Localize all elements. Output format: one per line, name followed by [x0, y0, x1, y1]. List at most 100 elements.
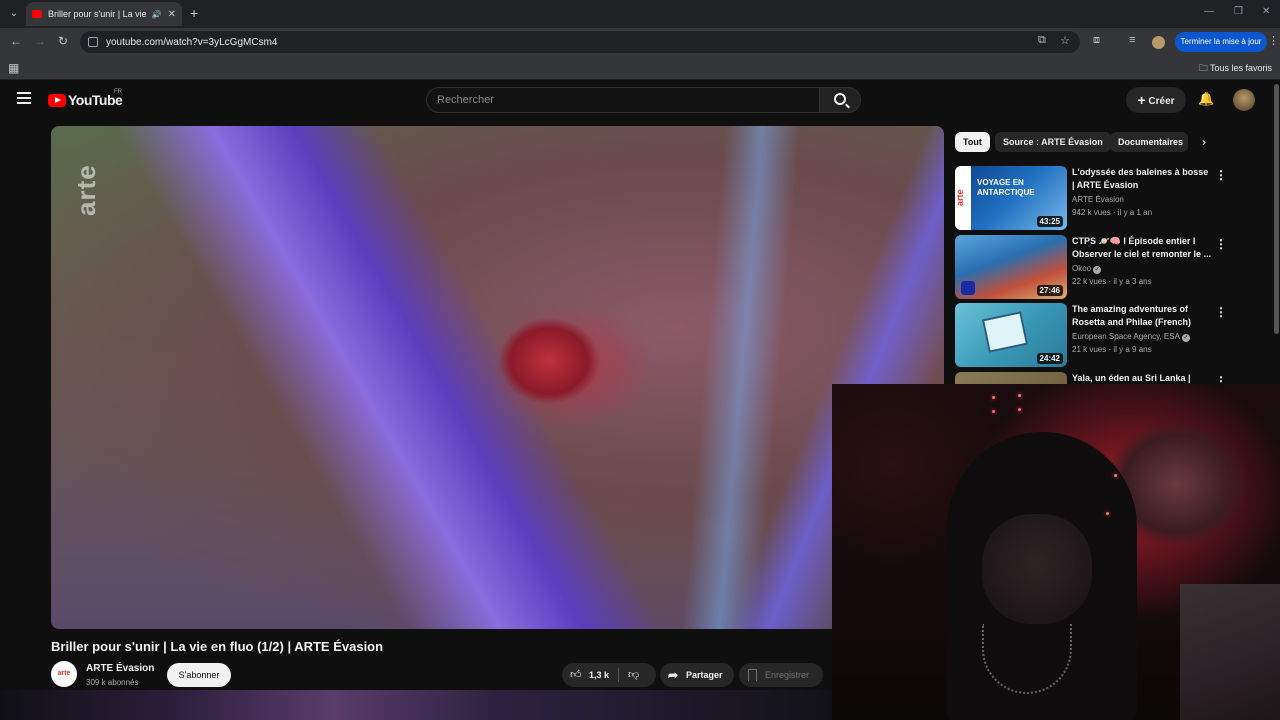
- video-player[interactable]: arte: [51, 126, 944, 629]
- recommendation-meta: 21 k vues · il y a 9 ans: [1072, 345, 1152, 354]
- channel-label: European Space Agency, ESA: [1072, 332, 1180, 341]
- recommendation-channel[interactable]: Okoo ✓: [1072, 264, 1102, 274]
- channel-name[interactable]: ARTE Évasion: [86, 663, 154, 674]
- tab-close-icon[interactable]: ✕: [168, 9, 176, 20]
- create-button[interactable]: + Créer: [1126, 87, 1186, 113]
- plus-icon: +: [1137, 92, 1146, 108]
- more-actions-icon[interactable]: ⋮: [1215, 237, 1227, 251]
- recommendation-title[interactable]: The amazing adventures of Rosetta and Ph…: [1072, 303, 1212, 329]
- video-thumbnail[interactable]: 27:46: [955, 235, 1067, 299]
- url-field[interactable]: youtube.com/watch?v=3yLcGgMCsm4: [80, 31, 1080, 53]
- chip-tout[interactable]: Tout: [955, 132, 990, 152]
- install-app-icon[interactable]: ⧉: [1038, 34, 1046, 47]
- search-button[interactable]: [819, 87, 861, 113]
- recommendation-item[interactable]: 27:46 CTPS 🪐🧠 I Épisode entier I Observe…: [955, 235, 1275, 299]
- apps-grid-icon[interactable]: ▦: [8, 61, 19, 75]
- audio-playing-icon[interactable]: 🔊: [152, 10, 162, 19]
- dislike-icon[interactable]: 👎︎: [628, 668, 639, 681]
- browser-tab[interactable]: Briller pour s'unir | La vie en fl 🔊 ✕: [26, 2, 182, 26]
- fairy-light: [1018, 394, 1021, 397]
- create-label: Créer: [1148, 96, 1175, 107]
- site-info-icon[interactable]: [88, 37, 98, 47]
- country-code: FR: [114, 89, 122, 95]
- channel-avatar[interactable]: arte: [51, 661, 77, 687]
- all-bookmarks-button[interactable]: 🗀 Tous les favoris: [1199, 61, 1272, 77]
- more-actions-icon[interactable]: ⋮: [1215, 305, 1227, 319]
- fairy-light: [992, 396, 995, 399]
- maximize-icon[interactable]: ❐: [1234, 6, 1243, 17]
- guide-menu-icon[interactable]: [17, 92, 31, 104]
- share-label: Partager: [686, 670, 723, 680]
- url-text: youtube.com/watch?v=3yLcGgMCsm4: [106, 36, 278, 48]
- youtube-favicon-icon: [32, 10, 42, 18]
- browser-menu-icon[interactable]: ⋮: [1268, 34, 1279, 47]
- webcam-overlay: [832, 384, 1280, 720]
- below-video-background: [0, 690, 832, 720]
- verified-icon: ✓: [1093, 266, 1102, 274]
- forward-icon[interactable]: →: [34, 34, 46, 48]
- new-tab-button[interactable]: +: [190, 5, 198, 21]
- recommendation-channel[interactable]: European Space Agency, ESA ✓: [1072, 332, 1190, 342]
- like-dislike-group: 👍︎ 1,3 k 👎︎: [562, 663, 656, 687]
- reload-icon[interactable]: ↻: [58, 34, 68, 48]
- search-icon: [834, 93, 846, 105]
- window-close-icon[interactable]: ✕: [1262, 6, 1270, 17]
- subscribe-button[interactable]: S'abonner: [167, 663, 231, 687]
- share-button[interactable]: ➦ Partager: [660, 663, 734, 687]
- rosetta-illustration: [981, 311, 1029, 353]
- tab-search-icon[interactable]: ⌄: [6, 6, 22, 22]
- account-avatar[interactable]: [1233, 89, 1255, 111]
- recommendation-title[interactable]: L'odyssée des baleines à bosse | ARTE Év…: [1072, 166, 1212, 192]
- back-icon[interactable]: ←: [10, 34, 22, 48]
- profile-avatar-icon[interactable]: [1152, 36, 1165, 49]
- video-thumbnail[interactable]: 24:42: [955, 303, 1067, 367]
- like-divider: [618, 668, 619, 682]
- duration-badge: 24:42: [1036, 353, 1063, 364]
- chip-source-arte[interactable]: Source : ARTE Évasion: [995, 132, 1111, 152]
- thumb-text: VOYAGE EN ANTARCTIQUE: [977, 178, 1035, 197]
- like-icon[interactable]: 👍︎: [570, 668, 582, 681]
- youtube-play-icon: [48, 93, 66, 107]
- recommendation-meta: 22 k vues · il y a 3 ans: [1072, 277, 1152, 286]
- save-label: Enregistrer: [765, 670, 810, 680]
- fairy-light: [1114, 474, 1117, 477]
- fairy-light: [1018, 408, 1021, 411]
- verified-icon: ✓: [1181, 334, 1190, 342]
- arte-watermark: arte: [71, 164, 101, 216]
- thumb-arte-logo: arte: [955, 166, 971, 230]
- extensions-icon[interactable]: ⧈: [1093, 34, 1100, 47]
- notifications-bell-icon[interactable]: 🔔: [1198, 91, 1214, 107]
- share-arrow-icon: ➦: [668, 668, 679, 682]
- recommendation-title[interactable]: CTPS 🪐🧠 I Épisode entier I Observer le c…: [1072, 235, 1212, 261]
- all-bookmarks-label: Tous les favoris: [1209, 63, 1272, 73]
- recommendation-channel[interactable]: ARTE Évasion: [1072, 195, 1124, 204]
- fairy-light: [992, 410, 995, 413]
- more-actions-icon[interactable]: ⋮: [1215, 168, 1227, 182]
- address-bar-row: ← → ↻ youtube.com/watch?v=3yLcGgMCsm4 ⧉ …: [0, 28, 1280, 56]
- recommendation-item[interactable]: arte VOYAGE EN ANTARCTIQUE 43:25 L'odyss…: [955, 166, 1275, 230]
- save-button[interactable]: Enregistrer: [739, 663, 823, 687]
- reading-list-icon[interactable]: ≡: [1129, 34, 1135, 46]
- recommendation-item[interactable]: 24:42 The amazing adventures of Rosetta …: [955, 303, 1275, 367]
- chips-next-icon[interactable]: ›: [1202, 135, 1206, 149]
- webcam-face: [982, 514, 1092, 624]
- youtube-masthead: YouTube FR Rechercher + Créer 🔔: [0, 80, 1280, 120]
- video-title: Briller pour s'unir | La vie en fluo (1/…: [51, 639, 384, 654]
- video-thumbnail[interactable]: arte VOYAGE EN ANTARCTIQUE 43:25: [955, 166, 1067, 230]
- update-browser-button[interactable]: Terminer la mise à jour: [1175, 32, 1267, 52]
- webcam-background-object: [1180, 584, 1280, 720]
- search-input[interactable]: Rechercher: [426, 87, 820, 113]
- duration-badge: 43:25: [1036, 216, 1063, 227]
- minimize-icon[interactable]: —: [1204, 6, 1214, 17]
- like-count[interactable]: 1,3 k: [589, 670, 609, 680]
- subscriber-count: 309 k abonnés: [86, 678, 139, 687]
- tab-title: Briller pour s'unir | La vie en fl: [48, 9, 146, 19]
- okoo-logo-icon: [961, 281, 975, 295]
- youtube-logo[interactable]: YouTube FR: [48, 89, 123, 108]
- page-scrollbar[interactable]: [1274, 84, 1279, 334]
- chip-documentaires[interactable]: Documentaires: [1110, 132, 1188, 152]
- bookmark-star-icon[interactable]: ☆: [1060, 34, 1070, 47]
- save-bookmark-icon: [748, 669, 757, 681]
- channel-label: Okoo: [1072, 264, 1092, 273]
- browser-tab-bar: ⌄ Briller pour s'unir | La vie en fl 🔊 ✕…: [0, 0, 1280, 28]
